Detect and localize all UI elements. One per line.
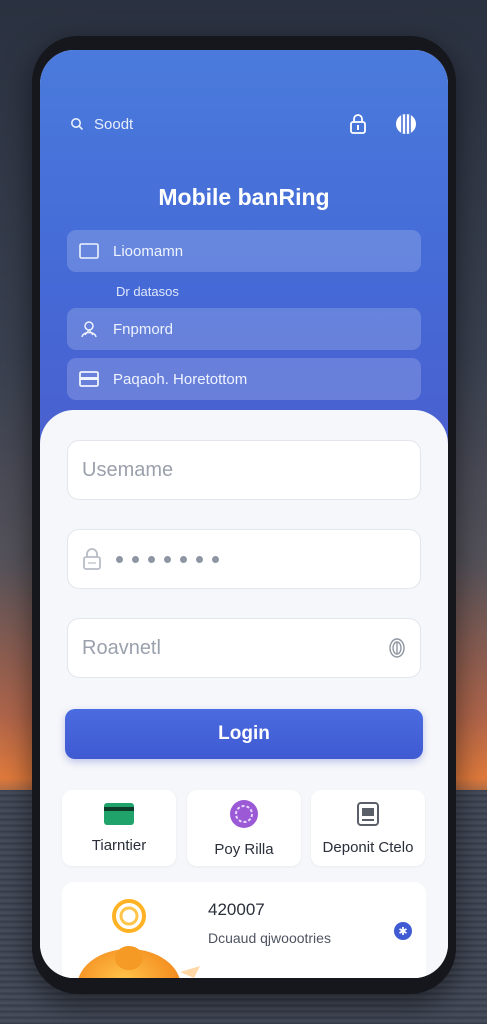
login-button[interactable]: Login — [65, 709, 423, 759]
coin-icon — [230, 799, 258, 828]
hero-header: Soodt Mobile banRing Lioomamn Dr datasos… — [40, 50, 448, 450]
card-icon — [104, 802, 134, 825]
quick-action-pay-bills[interactable]: Poy Rilla — [187, 790, 301, 866]
lock-icon[interactable] — [348, 113, 368, 135]
info-badge-icon[interactable]: ✱ — [394, 922, 412, 940]
fingerprint-icon — [81, 321, 97, 338]
top-bar: Soodt — [70, 112, 418, 136]
balance-amount: 420007 — [208, 900, 265, 919]
third-field-placeholder: Roavnetl — [82, 636, 161, 659]
quick-action-label: Deponit Ctelo — [322, 838, 414, 856]
search-label: Soodt — [94, 115, 134, 133]
balance-subtitle: Dcuaud qjwoootries — [208, 930, 331, 946]
hero-caption: Dr datasos — [116, 284, 179, 299]
fingerprint-scan-icon[interactable] — [388, 637, 406, 659]
hero-row-label: Fnpmord — [113, 320, 174, 338]
padlock-icon — [83, 548, 101, 570]
password-mask — [116, 555, 219, 563]
username-placeholder: Usemame — [82, 458, 174, 481]
hero-row-label: Paqaoh. Horetottom — [113, 370, 248, 388]
piggy-bank-illustration — [78, 899, 200, 978]
atm-icon — [357, 801, 379, 826]
card-outline-icon — [79, 243, 99, 259]
quick-action-deposit[interactable]: Deponit Ctelo — [311, 790, 425, 866]
username-field[interactable]: Usemame — [67, 440, 421, 500]
hero-row-payment[interactable]: Paqaoh. Horetottom — [67, 358, 421, 400]
quick-action-label: Tiarntier — [91, 836, 147, 854]
search-box[interactable]: Soodt — [70, 116, 348, 133]
balance-card[interactable]: 420007 Dcuaud qjwoootries ✱ — [62, 882, 426, 978]
third-field[interactable]: Roavnetl — [67, 618, 421, 678]
password-field[interactable]: ••••••• — [67, 529, 421, 589]
quick-action-transfer[interactable]: Tiarntier — [62, 790, 176, 866]
hero-row-label: Lioomamn — [113, 242, 184, 260]
app-screen: Soodt Mobile banRing Lioomamn Dr datasos… — [40, 50, 448, 978]
hero-row-account[interactable]: Lioomamn — [67, 230, 421, 272]
globe-icon[interactable] — [394, 112, 418, 136]
wallet-icon — [79, 371, 99, 387]
search-icon — [71, 118, 84, 131]
hero-row-fingerprint[interactable]: Fnpmord — [67, 308, 421, 350]
quick-action-label: Poy Rilla — [214, 840, 274, 858]
page-title: Mobile banRing — [158, 184, 330, 210]
